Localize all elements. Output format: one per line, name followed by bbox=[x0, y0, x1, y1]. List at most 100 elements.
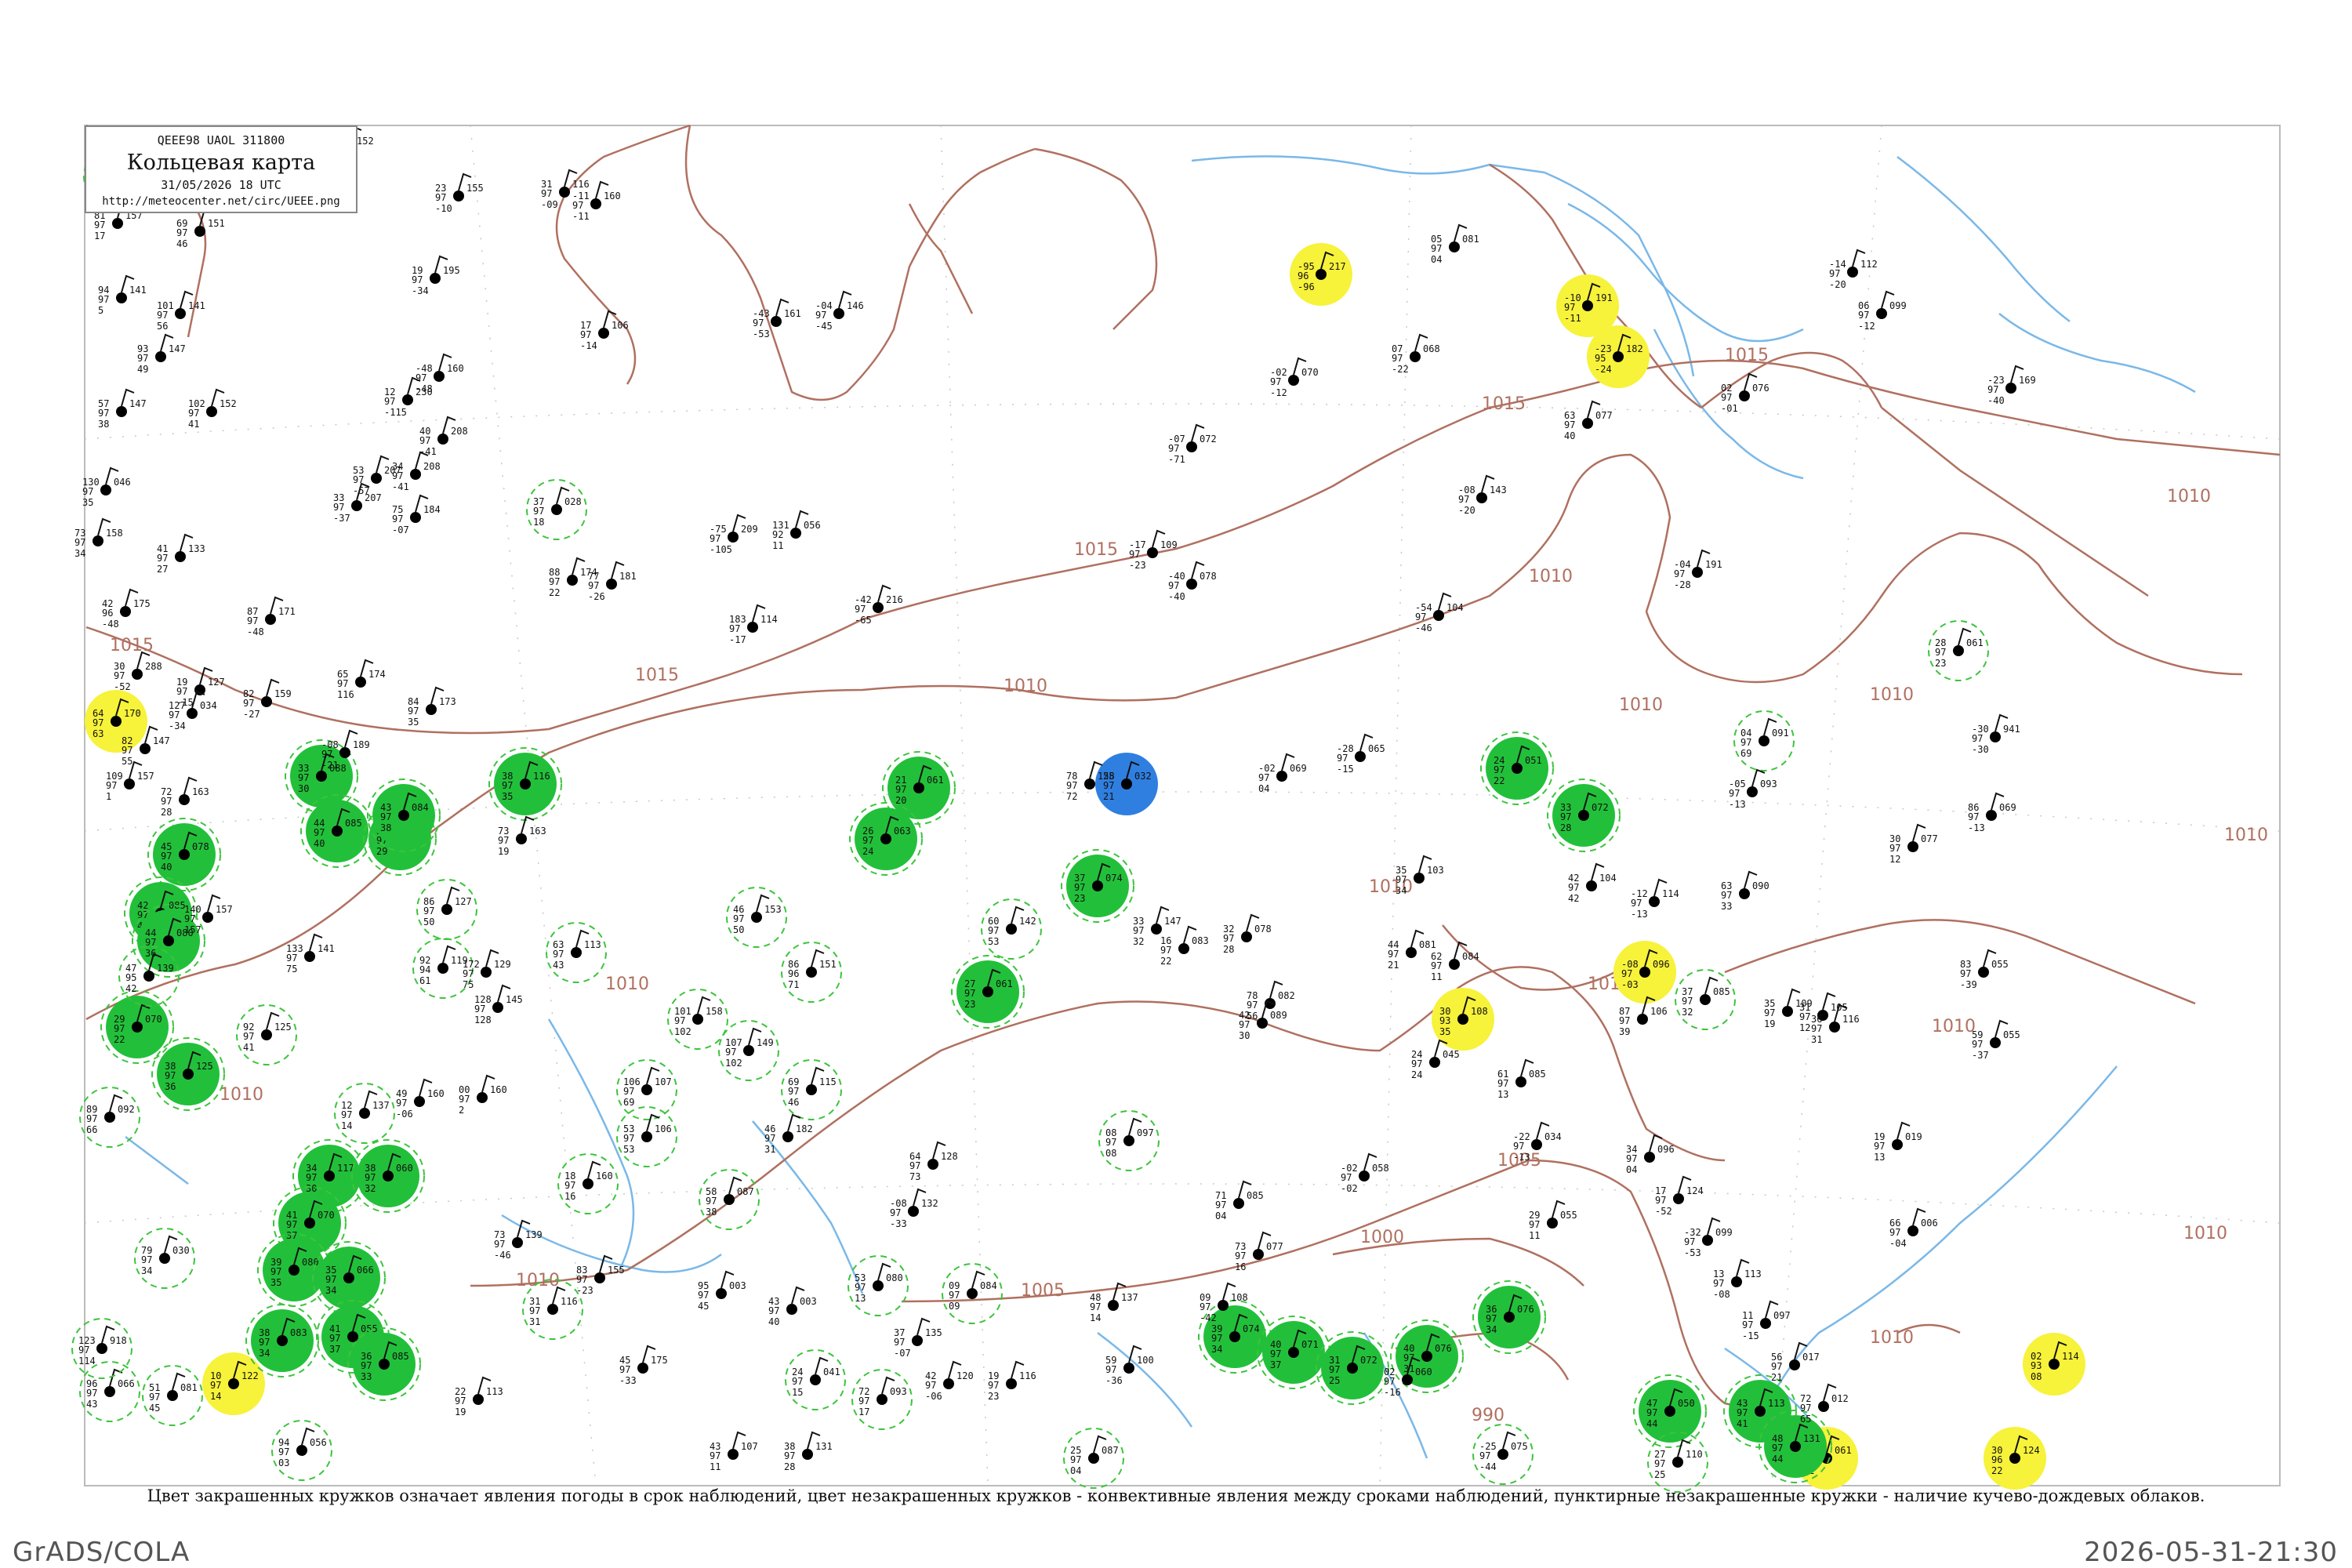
station-dewpoint: 46 bbox=[176, 238, 187, 249]
cloud-cover-circle bbox=[1847, 267, 1858, 278]
station-dewpoint: -46 bbox=[494, 1250, 511, 1261]
station-cloud-code: 97 bbox=[541, 188, 552, 199]
station-dewpoint: 16 bbox=[564, 1191, 575, 1202]
station-pressure: 091 bbox=[1772, 728, 1789, 739]
station-pressure: 127 bbox=[208, 677, 225, 688]
station-dewpoint: 35 bbox=[408, 717, 419, 728]
station-dewpoint: -08 bbox=[1713, 1289, 1730, 1300]
cloud-cover-circle bbox=[402, 394, 413, 405]
station-cloud-code: 97 bbox=[580, 329, 591, 340]
station-dewpoint: 15 bbox=[792, 1387, 803, 1398]
station-dewpoint: -07 bbox=[392, 524, 409, 535]
station-pressure: 125 bbox=[274, 1022, 292, 1033]
station-dewpoint: 04 bbox=[1070, 1465, 1081, 1476]
station-pressure: 104 bbox=[1446, 602, 1464, 613]
station-pressure: 288 bbox=[145, 661, 162, 672]
station-dewpoint: 38 bbox=[706, 1207, 717, 1218]
station-cloud-code: 97 bbox=[764, 1133, 775, 1144]
station-cloud-code: 97 bbox=[243, 698, 254, 709]
cloud-cover-circle bbox=[880, 833, 891, 844]
station-dewpoint: 33 bbox=[1721, 901, 1732, 912]
station-pressure: 207 bbox=[365, 492, 382, 503]
cloud-cover-circle bbox=[1497, 1449, 1508, 1460]
station-dewpoint: 63 bbox=[93, 728, 103, 739]
station-pressure: 108 bbox=[1471, 1006, 1488, 1017]
station-pressure: 068 bbox=[1423, 343, 1440, 354]
station-pressure: 181 bbox=[619, 571, 637, 582]
cloud-cover-circle bbox=[716, 1288, 727, 1299]
station-cloud-code: 97 bbox=[1247, 1000, 1258, 1011]
cloud-cover-circle bbox=[594, 1272, 605, 1283]
station-dewpoint: 09 bbox=[949, 1301, 960, 1312]
station-pressure: 157 bbox=[137, 771, 154, 782]
station-pressure: 055 bbox=[1991, 959, 2009, 970]
station-pressure: 109 bbox=[1160, 539, 1178, 550]
cloud-cover-circle bbox=[1151, 924, 1162, 935]
cloud-cover-circle bbox=[571, 947, 582, 958]
cloud-cover-circle bbox=[751, 912, 762, 923]
station-cloud-code: 97 bbox=[498, 835, 509, 846]
station-cloud-code: 97 bbox=[396, 1098, 407, 1109]
cloud-cover-circle bbox=[1978, 967, 1989, 978]
station-pressure: 003 bbox=[800, 1296, 817, 1307]
station-pressure: 114 bbox=[760, 614, 778, 625]
cloud-cover-circle bbox=[492, 1002, 503, 1013]
station-cloud-code: 97 bbox=[1621, 968, 1632, 979]
station-cloud-code: 97 bbox=[1270, 376, 1281, 387]
isobar-label: 1015 bbox=[110, 636, 154, 655]
station-cloud-code: 97 bbox=[1239, 1019, 1250, 1030]
cloud-cover-circle bbox=[1186, 579, 1197, 590]
station-cloud-code: 97 bbox=[1729, 788, 1740, 799]
cloud-cover-circle bbox=[183, 1069, 194, 1080]
station-dewpoint: 19 bbox=[455, 1406, 466, 1417]
station-dewpoint: 04 bbox=[1626, 1164, 1637, 1175]
station-cloud-code: 97 bbox=[474, 1004, 485, 1014]
station-cloud-code: 97 bbox=[270, 1266, 281, 1277]
station-dewpoint: -27 bbox=[243, 709, 260, 720]
station-dewpoint: 34 bbox=[1396, 885, 1406, 896]
station-cloud-code: 97 bbox=[321, 749, 332, 760]
cloud-cover-circle bbox=[1760, 1318, 1771, 1329]
station-dewpoint: 49 bbox=[137, 364, 148, 375]
station-dewpoint: -23 bbox=[1129, 560, 1146, 571]
station-dewpoint: 32 bbox=[1682, 1007, 1693, 1018]
map-info-box: QEEE98 UAOL 311800 Кольцевая карта 31/05… bbox=[85, 125, 358, 213]
station-cloud-code: 97 bbox=[925, 1380, 936, 1391]
station-pressure: 061 bbox=[996, 978, 1013, 989]
station-pressure: 096 bbox=[1657, 1144, 1675, 1155]
station-pressure: 032 bbox=[1134, 771, 1152, 782]
station-cloud-code: 93 bbox=[2031, 1360, 2042, 1371]
station-pressure: 106 bbox=[655, 1123, 672, 1134]
isobar-label: 1015 bbox=[1482, 394, 1526, 414]
cloud-cover-circle bbox=[583, 1178, 593, 1189]
station-cloud-code: 97 bbox=[210, 1380, 221, 1391]
station-cloud-code: 97 bbox=[1329, 1364, 1340, 1375]
isobar-label: 1010 bbox=[1932, 1017, 1976, 1036]
station-dewpoint: 22 bbox=[114, 1034, 125, 1045]
station-pressure: 137 bbox=[1121, 1292, 1138, 1303]
station-dewpoint: 25 bbox=[1654, 1469, 1665, 1480]
station-pressure: 189 bbox=[353, 739, 370, 750]
station-dewpoint: -13 bbox=[1968, 822, 1985, 833]
cloud-cover-circle bbox=[2049, 1359, 2060, 1370]
cloud-cover-circle bbox=[1907, 841, 1918, 852]
station-cloud-code: 97 bbox=[1235, 1250, 1246, 1261]
cloud-cover-circle bbox=[1789, 1359, 1800, 1370]
isobar-label: 1005 bbox=[1021, 1281, 1065, 1301]
cloud-cover-circle bbox=[943, 1378, 954, 1389]
cloud-cover-circle bbox=[1241, 931, 1252, 942]
station-dewpoint: 43 bbox=[86, 1399, 97, 1410]
map-title: Кольцевая карта bbox=[126, 151, 316, 175]
station-dewpoint: 31 bbox=[529, 1316, 540, 1327]
station-pressure: 114 bbox=[2062, 1351, 2079, 1362]
station-cloud-code: 97 bbox=[1105, 1364, 1116, 1375]
cloud-cover-circle bbox=[512, 1237, 523, 1248]
station-cloud-code: 95 bbox=[1595, 353, 1606, 364]
cloud-cover-circle bbox=[1123, 1363, 1134, 1374]
station-cloud-code: 97 bbox=[137, 353, 148, 364]
cloud-cover-circle bbox=[2005, 383, 2016, 394]
station-pressure: 113 bbox=[584, 939, 601, 950]
station-pressure: 050 bbox=[1678, 1398, 1695, 1409]
station-pressure: 116 bbox=[1019, 1370, 1036, 1381]
cloud-cover-circle bbox=[1316, 269, 1327, 280]
